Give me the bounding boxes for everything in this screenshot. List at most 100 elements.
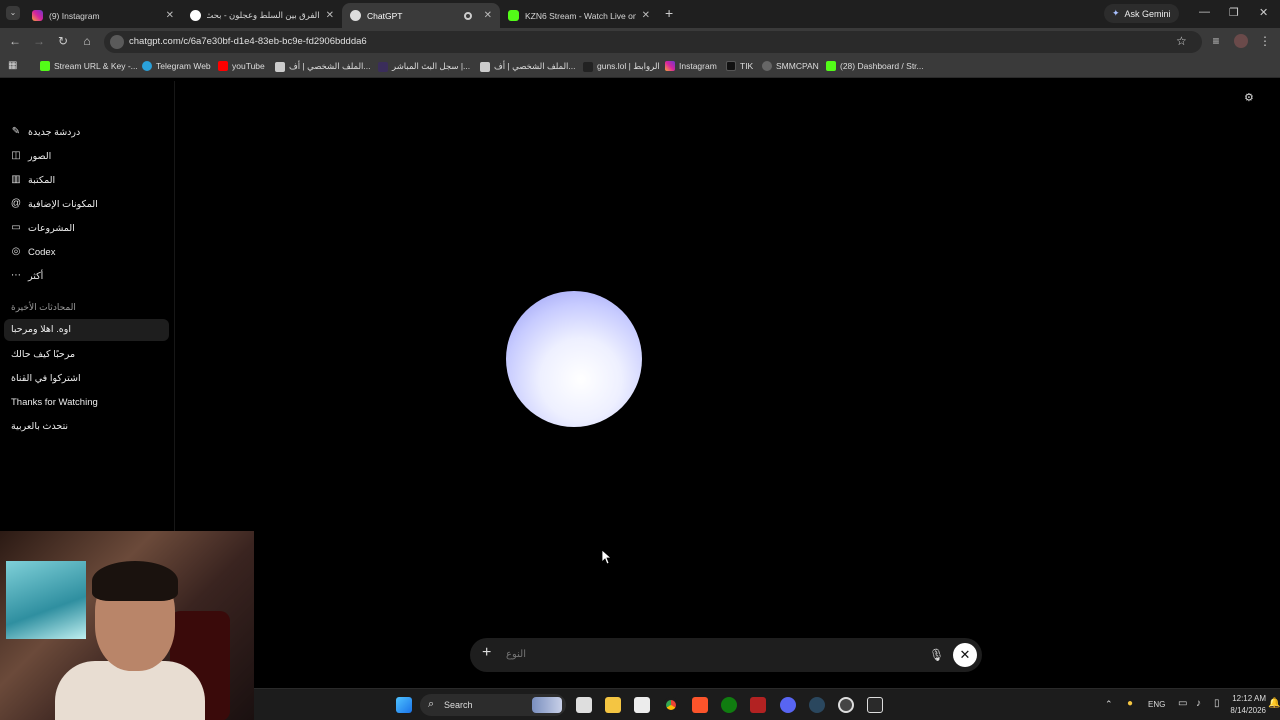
obs-icon[interactable] bbox=[750, 697, 766, 713]
notification-bell-icon[interactable]: 🔔 bbox=[1268, 698, 1280, 709]
tiktok-icon bbox=[726, 61, 736, 71]
menu-icon[interactable]: ⋮ bbox=[1257, 34, 1273, 48]
chrome-icon[interactable] bbox=[663, 697, 679, 713]
volume-icon[interactable]: ♪ bbox=[1196, 698, 1201, 709]
forward-icon[interactable]: → bbox=[31, 34, 47, 48]
restore-icon[interactable]: ❐ bbox=[1229, 6, 1239, 19]
bookmark-live-log[interactable]: سجل البث المباشر |... bbox=[378, 61, 470, 72]
bookmark-youtube[interactable]: youTube bbox=[218, 61, 265, 71]
bookmark-label: guns.lol | الروابط bbox=[597, 61, 660, 71]
message-input[interactable] bbox=[506, 649, 906, 660]
home-icon[interactable]: ⌂ bbox=[79, 34, 95, 48]
instagram-icon bbox=[32, 10, 43, 21]
mute-mic-icon[interactable]: 🎙 bbox=[929, 648, 944, 662]
sidebar-item-more[interactable]: ⋯ أكثر bbox=[10, 270, 43, 282]
close-tab-icon[interactable]: ✕ bbox=[642, 10, 650, 21]
bookmark-smmcpan[interactable]: SMMCPAN bbox=[762, 61, 819, 71]
sidebar-item-library[interactable]: ▥ المكتبة bbox=[10, 174, 55, 186]
tab-instagram[interactable]: (9) Instagram ✕ bbox=[24, 3, 182, 28]
steam-icon[interactable] bbox=[809, 697, 825, 713]
apps-grid-icon[interactable]: ▦ bbox=[8, 60, 17, 71]
tab-title: ChatGPT bbox=[367, 10, 403, 21]
kick-icon bbox=[40, 61, 50, 71]
recent-chat-item[interactable]: اشتركوا في القناة bbox=[11, 373, 81, 384]
close-tab-icon[interactable]: ✕ bbox=[166, 10, 174, 21]
ask-gemini-button[interactable]: ✦ Ask Gemini bbox=[1104, 4, 1179, 23]
bookmark-profile-1[interactable]: الملف الشخصي | أف... bbox=[275, 61, 371, 72]
mouse-cursor-icon bbox=[602, 550, 612, 565]
bookmark-star-icon[interactable]: ☆ bbox=[1176, 34, 1187, 48]
library-icon: ▥ bbox=[11, 174, 21, 185]
bookmark-label: الملف الشخصي | أف... bbox=[494, 61, 576, 71]
media-controls-icon[interactable]: ≡ bbox=[1208, 34, 1224, 48]
close-tab-icon[interactable]: ✕ bbox=[326, 10, 334, 21]
bookmark-stream-url[interactable]: Stream URL & Key -... bbox=[40, 61, 138, 71]
back-icon[interactable]: ← bbox=[7, 34, 23, 48]
plugins-icon: @ bbox=[10, 198, 22, 209]
sidebar-item-label: الصور bbox=[28, 150, 52, 162]
recording-icon bbox=[463, 11, 472, 20]
file-explorer-icon[interactable] bbox=[605, 697, 621, 713]
network-icon[interactable]: ▭ bbox=[1178, 698, 1187, 709]
projects-icon: ▭ bbox=[11, 222, 21, 233]
bookmark-dashboard[interactable]: (28) Dashboard / Str... bbox=[826, 61, 924, 71]
windows-start-icon[interactable] bbox=[396, 697, 412, 713]
bookmark-site-icon bbox=[480, 61, 490, 72]
sidebar: ✎ دردشة جديدة ◫ الصور ▥ المكتبة @ المكون… bbox=[0, 81, 175, 531]
bookmark-profile-2[interactable]: الملف الشخصي | أف... bbox=[480, 61, 576, 72]
windows-taskbar: ⌕ Search ⌃ ● ENG ▭ ♪ ▯ 12:12 AM 8/14/202… bbox=[254, 688, 1280, 720]
bookmark-instagram[interactable]: Instagram bbox=[665, 61, 717, 71]
more-icon: ⋯ bbox=[11, 270, 21, 281]
bookmark-label: Stream URL & Key -... bbox=[54, 61, 138, 71]
brave-icon[interactable] bbox=[692, 697, 708, 713]
add-attachment-icon[interactable]: + bbox=[482, 644, 491, 662]
new-tab-button[interactable]: + bbox=[665, 5, 673, 21]
discord-icon[interactable] bbox=[780, 697, 796, 713]
kick-icon bbox=[508, 10, 519, 21]
recent-chat-item[interactable]: مرحبًا كيف حالك bbox=[11, 349, 75, 360]
close-icon: ✕ bbox=[959, 647, 971, 662]
task-view-icon[interactable] bbox=[576, 697, 592, 713]
xbox-icon[interactable] bbox=[721, 697, 737, 713]
clock-time[interactable]: 12:12 AM bbox=[1216, 694, 1266, 703]
bookmark-telegram[interactable]: Telegram Web bbox=[142, 61, 211, 71]
voice-settings-icon[interactable]: ⚙ bbox=[1244, 91, 1254, 104]
bookmark-guns-lol[interactable]: guns.lol | الروابط bbox=[583, 61, 660, 72]
bookmark-site-icon bbox=[378, 61, 388, 72]
close-tab-icon[interactable]: ✕ bbox=[484, 10, 492, 21]
language-indicator[interactable]: ENG bbox=[1148, 700, 1165, 709]
tab-title: (9) Instagram bbox=[49, 10, 100, 21]
app-icon[interactable] bbox=[838, 697, 854, 713]
sidebar-item-plugins[interactable]: @ المكونات الإضافية bbox=[10, 198, 98, 210]
minimize-icon[interactable]: — bbox=[1199, 6, 1210, 18]
reload-icon[interactable]: ↻ bbox=[55, 34, 71, 48]
search-icon: ⌕ bbox=[428, 698, 435, 710]
recent-chat-item[interactable]: اوه. اهلا ومرحبا bbox=[4, 319, 169, 341]
end-voice-button[interactable]: ✕ bbox=[953, 643, 977, 667]
clock-date[interactable]: 8/14/2026 bbox=[1216, 706, 1266, 715]
recent-chat-item[interactable]: نتحدث بالعربية bbox=[11, 421, 68, 432]
epic-games-icon[interactable] bbox=[867, 697, 883, 713]
chevron-up-icon[interactable]: ⌃ bbox=[1105, 699, 1113, 710]
bookmark-tik[interactable]: TIK bbox=[726, 61, 753, 71]
close-window-icon[interactable]: ✕ bbox=[1259, 6, 1268, 19]
tab-title: KZN6 Stream - Watch Live on K bbox=[525, 10, 636, 21]
microphone-icon[interactable]: ● bbox=[1127, 698, 1133, 709]
site-info-icon[interactable] bbox=[110, 35, 124, 49]
bookmark-site-icon bbox=[275, 61, 285, 72]
tab-kzn6-stream[interactable]: KZN6 Stream - Watch Live on K ✕ bbox=[500, 3, 658, 28]
tab-search-dropdown[interactable]: ⌄ bbox=[6, 6, 20, 20]
tab-google-search[interactable]: الفرق بين السلط وعجلون - بحث ✕ bbox=[182, 3, 342, 28]
sidebar-item-new-chat[interactable]: ✎ دردشة جديدة bbox=[10, 126, 80, 138]
sidebar-item-images[interactable]: ◫ الصور bbox=[10, 150, 51, 162]
sidebar-item-projects[interactable]: ▭ المشروعات bbox=[10, 222, 75, 234]
bookmark-label: الملف الشخصي | أف... bbox=[289, 61, 371, 71]
profile-avatar[interactable] bbox=[1234, 34, 1248, 48]
tab-chatgpt[interactable]: ChatGPT ✕ bbox=[342, 3, 500, 28]
sidebar-item-label: المكتبة bbox=[28, 174, 56, 186]
recent-chat-item[interactable]: Thanks for Watching bbox=[11, 397, 98, 408]
taskbar-search[interactable]: ⌕ Search bbox=[420, 694, 566, 716]
store-icon[interactable] bbox=[634, 697, 650, 713]
address-bar[interactable]: chatgpt.com/c/6a7e30bf-d1e4-83eb-bc9e-fd… bbox=[104, 31, 1202, 53]
sidebar-item-codex[interactable]: ◎ Codex bbox=[10, 246, 56, 258]
